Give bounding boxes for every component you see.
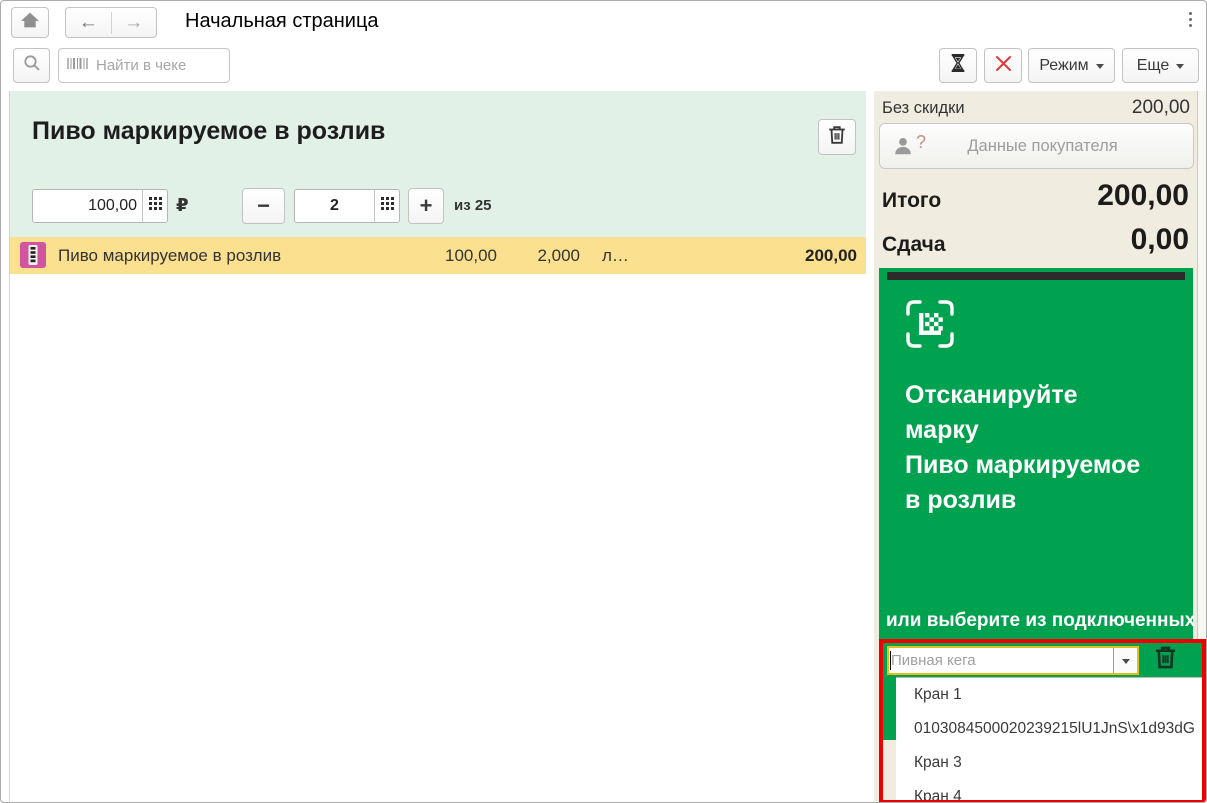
delete-position-button[interactable] <box>818 119 856 155</box>
keg-option-kran-3[interactable]: Кран 3 <box>896 746 1202 780</box>
question-mark-icon: ? <box>916 131 927 152</box>
row-price: 100,00 <box>445 246 497 265</box>
quantity-input[interactable] <box>295 190 374 222</box>
postpone-receipt-button[interactable] <box>939 48 977 83</box>
back-arrow-icon: ← <box>78 11 98 33</box>
total-label: Итого <box>882 189 942 212</box>
more-button-label: Еще <box>1136 56 1170 74</box>
app-window: ← → Начальная страница Найти в чеке Режи… <box>0 0 1207 803</box>
change-value: 0,00 <box>1130 223 1189 256</box>
trash-icon <box>826 124 848 151</box>
search-button[interactable] <box>13 48 50 83</box>
receipt-search-field[interactable] <box>58 48 230 83</box>
keg-clear-button[interactable] <box>1148 645 1182 675</box>
more-dropdown-button[interactable]: Еще <box>1122 48 1199 83</box>
forward-arrow-icon: → <box>124 11 144 33</box>
keg-selector-region: Кран 1 0103084500020239215lU1JnS\x1d93dG… <box>879 639 1206 802</box>
decrease-qty-button[interactable]: − <box>242 188 285 224</box>
mode-button-label: Режим <box>1039 56 1089 74</box>
receipt-table-row[interactable]: Пиво маркируемое в розлив 100,00 2,000 л… <box>10 237 866 274</box>
menu-kebab-icon[interactable] <box>1189 12 1192 27</box>
datamatrix-scan-icon <box>904 298 956 355</box>
home-button[interactable] <box>11 7 49 38</box>
back-button[interactable]: ← <box>66 11 112 34</box>
row-quantity: 2,000 <box>537 246 580 265</box>
search-icon <box>23 54 41 77</box>
timer-strip <box>887 272 1185 280</box>
page-title: Начальная страница <box>185 10 379 32</box>
row-product-name: Пиво маркируемое в розлив <box>58 246 282 265</box>
numpad-icon <box>148 197 162 215</box>
customer-button-label: Данные покупателя <box>967 136 1118 155</box>
keg-combobox[interactable] <box>887 645 1139 675</box>
no-discount-label: Без скидки <box>882 99 965 117</box>
change-label: Сдача <box>882 233 946 256</box>
history-nav-group: ← → <box>65 7 157 38</box>
search-input[interactable] <box>96 57 229 74</box>
chevron-down-icon <box>1121 658 1130 664</box>
row-unit: л… <box>602 246 629 265</box>
product-title: Пиво маркируемое в розлив <box>32 117 386 145</box>
row-sum: 200,00 <box>805 246 857 265</box>
home-icon <box>20 11 40 34</box>
keg-option-kran-1[interactable]: Кран 1 <box>896 678 1202 712</box>
numpad-icon <box>380 197 394 215</box>
scan-prompt: Отсканируйте марку Пиво маркируемое в ро… <box>905 378 1157 518</box>
increase-qty-button[interactable]: + <box>408 188 444 224</box>
keg-option-kran-4[interactable]: Кран 4 <box>896 780 1202 800</box>
marking-stamp-icon <box>20 242 46 273</box>
current-position-panel: Пиво маркируемое в розлив 100,00 ₽ − 2 +… <box>10 91 866 237</box>
scan-product-name: Пиво маркируемое в розлив <box>905 451 1141 514</box>
quantity-field[interactable] <box>294 189 400 223</box>
mode-dropdown-button[interactable]: Режим <box>1028 48 1115 83</box>
customer-data-button[interactable]: ? Данные покупателя <box>879 123 1194 169</box>
text-cursor <box>890 650 891 670</box>
no-discount-value: 200,00 <box>1131 97 1190 118</box>
hourglass-icon <box>949 53 967 78</box>
keg-dropdown-list: Кран 1 0103084500020239215lU1JnS\x1d93dG… <box>896 677 1202 800</box>
trash-icon <box>1152 644 1179 676</box>
keg-input[interactable] <box>889 651 1113 669</box>
cancel-receipt-button[interactable] <box>984 48 1022 83</box>
receipt-panel: Пиво маркируемое в розлив 100,00 ₽ − 2 +… <box>9 91 866 802</box>
currency-symbol: ₽ <box>176 195 189 215</box>
price-numpad-button[interactable] <box>142 190 167 222</box>
scan-prompt-line: Отсканируйте марку <box>905 381 1078 444</box>
price-input[interactable] <box>33 190 142 222</box>
chevron-down-icon <box>1095 64 1104 69</box>
price-field[interactable] <box>32 189 168 223</box>
barcode-icon <box>67 56 89 76</box>
forward-button[interactable]: → <box>112 12 157 34</box>
keg-option-code[interactable]: 0103084500020239215lU1JnS\x1d93dG <box>896 712 1202 746</box>
close-x-icon <box>995 55 1012 77</box>
total-value: 200,00 <box>1097 179 1189 212</box>
keg-combo-row <box>883 643 1202 677</box>
select-connected-hint: или выберите из подключенных <box>886 610 1196 631</box>
chevron-down-icon <box>1176 64 1185 69</box>
stock-remainder-label: из 25 <box>454 197 492 214</box>
person-icon <box>892 135 914 157</box>
keg-dropdown-button[interactable] <box>1113 647 1137 673</box>
qty-numpad-button[interactable] <box>374 190 399 222</box>
